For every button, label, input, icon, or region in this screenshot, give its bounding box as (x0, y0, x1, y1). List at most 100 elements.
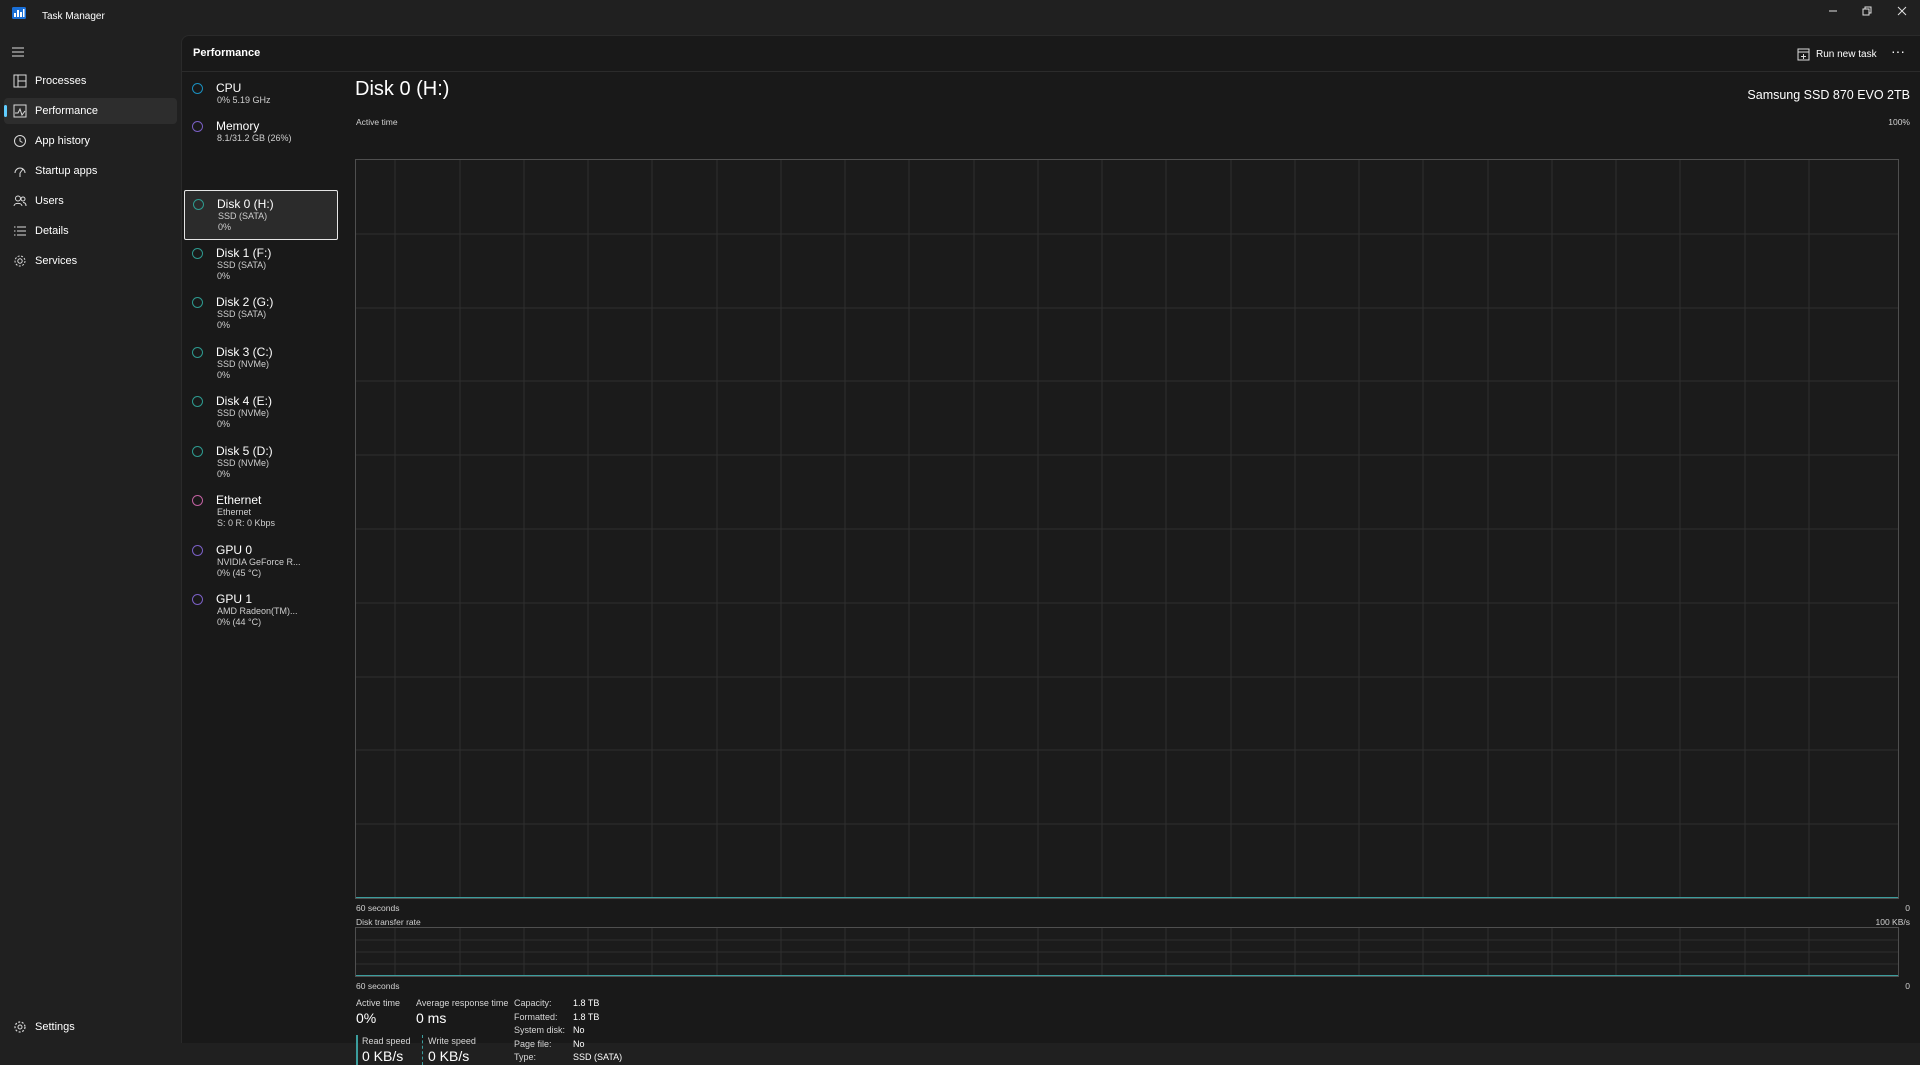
resource-item-ethernet[interactable]: Ethernet Ethernet S: 0 R: 0 Kbps (184, 487, 338, 537)
settings-icon (14, 1021, 26, 1033)
disk-0-status-dot (193, 199, 204, 210)
resource-detail: AMD Radeon(TM)... (217, 606, 298, 616)
nav-item-users[interactable]: Users (4, 188, 177, 214)
task-manager-app-icon (12, 7, 26, 19)
restore-button[interactable] (1849, 0, 1885, 22)
disk-3-status-dot (192, 347, 203, 358)
nav-label-app-history: App history (35, 135, 91, 147)
run-new-task-button[interactable]: Run new task (1797, 44, 1877, 64)
run-new-task-label: Run new task (1816, 48, 1877, 60)
resource-title: Ethernet (216, 493, 262, 507)
resource-detail: 0% 5.19 GHz (217, 95, 271, 105)
transfer-rate-graph-min: 0 (1905, 981, 1910, 991)
resource-item-gpu-1[interactable]: GPU 1 AMD Radeon(TM)... 0% (44 °C) (184, 586, 338, 636)
resource-item-disk-5[interactable]: Disk 5 (D:) SSD (NVMe) 0% (184, 438, 338, 488)
resource-detail: SSD (NVMe) (217, 408, 270, 418)
resource-item-disk-2[interactable]: Disk 2 (G:) SSD (SATA) 0% (184, 289, 338, 339)
resource-title: Disk 5 (D:) (216, 444, 273, 458)
restore-icon (1862, 6, 1872, 16)
navigation-pane: Processes Performance App history Startu… (0, 32, 181, 1043)
transfer-rate-graph-label: Disk transfer rate (356, 917, 421, 927)
nav-item-services[interactable]: Services (4, 248, 177, 274)
capacity-value: 1.8 TB (573, 998, 600, 1008)
resource-usage: S: 0 R: 0 Kbps (217, 518, 276, 528)
resource-title: GPU 0 (216, 543, 253, 557)
resource-item-memory[interactable]: Memory 8.1/31.2 GB (26%) (184, 113, 338, 163)
nav-item-startup-apps[interactable]: Startup apps (4, 158, 177, 184)
formatted-key: Formatted: (514, 1012, 558, 1022)
resource-title: CPU (216, 81, 242, 95)
resource-usage: 0% (218, 222, 232, 232)
resource-item-gpu-0[interactable]: GPU 0 NVIDIA GeForce R... 0% (45 °C) (184, 537, 338, 587)
resource-detail: Ethernet (217, 507, 252, 517)
resource-list: CPU 0% 5.19 GHz Memory 8.1/31.2 GB (26%)… (182, 73, 339, 1043)
disk-5-status-dot (192, 446, 203, 457)
nav-label-users: Users (35, 195, 64, 207)
gpu-0-status-dot (192, 545, 203, 556)
resource-title: Disk 0 (H:) (217, 197, 274, 211)
active-time-graph-label: Active time (356, 117, 398, 127)
resource-usage: 0% (217, 419, 231, 429)
nav-item-settings[interactable]: Settings (4, 1014, 177, 1040)
resource-detail: SSD (SATA) (218, 211, 268, 221)
resource-item-disk-1[interactable]: Disk 1 (F:) SSD (SATA) 0% (184, 240, 338, 290)
resource-detail: 8.1/31.2 GB (26%) (217, 133, 292, 143)
resource-title: GPU 1 (216, 592, 253, 606)
window-title: Task Manager (42, 11, 105, 22)
more-options-button[interactable]: ··· (1888, 44, 1908, 64)
write-speed-label: Write speed (428, 1036, 476, 1046)
write-speed-value: 0 KB/s (428, 1048, 470, 1064)
nav-item-app-history[interactable]: App history (4, 128, 177, 154)
users-icon (13, 195, 27, 207)
resource-detail: SSD (NVMe) (217, 359, 270, 369)
read-speed-label: Read speed (362, 1036, 411, 1046)
resource-detail: SSD (SATA) (217, 309, 267, 319)
nav-label-startup-apps: Startup apps (35, 165, 98, 177)
resource-item-disk-0[interactable]: Disk 0 (H:) SSD (SATA) 0% (184, 190, 338, 240)
page-file-key: Page file: (514, 1039, 552, 1049)
type-key: Type: (514, 1052, 537, 1062)
nav-item-performance[interactable]: Performance (4, 98, 177, 124)
gpu-1-status-dot (192, 594, 203, 605)
resource-usage: 0% (217, 469, 231, 479)
hamburger-menu-icon[interactable] (10, 44, 26, 60)
formatted-value: 1.8 TB (573, 1012, 600, 1022)
close-icon (1897, 6, 1907, 16)
nav-item-processes[interactable]: Processes (4, 68, 177, 94)
disk-model: Samsung SSD 870 EVO 2TB (1747, 88, 1910, 102)
resource-item-disk-4[interactable]: Disk 4 (E:) SSD (NVMe) 0% (184, 388, 338, 438)
active-time-stat-value: 0% (356, 1010, 377, 1026)
details-icon (14, 226, 26, 236)
run-task-icon (1797, 48, 1810, 60)
startup-apps-icon (14, 167, 26, 177)
active-time-grid (356, 160, 1898, 898)
nav-item-details[interactable]: Details (4, 218, 177, 244)
avg-response-stat-label: Average response time (416, 998, 509, 1008)
disk-1-status-dot (192, 248, 203, 259)
disk-title: Disk 0 (H:) (355, 78, 450, 100)
nav-label-services: Services (35, 255, 78, 267)
main-content: Performance Run new task ··· CPU 0% 5.19… (181, 35, 1920, 1065)
performance-icon (13, 104, 27, 118)
resource-detail: SSD (NVMe) (217, 458, 270, 468)
resource-item-disk-3[interactable]: Disk 3 (C:) SSD (NVMe) 0% (184, 339, 338, 389)
minimize-button[interactable] (1815, 0, 1851, 22)
disk-2-status-dot (192, 297, 203, 308)
services-icon (14, 255, 26, 267)
disk-4-status-dot (192, 396, 203, 407)
close-button[interactable] (1884, 0, 1920, 22)
resource-title: Disk 2 (G:) (216, 295, 274, 309)
page-file-value: No (573, 1039, 585, 1049)
system-disk-key: System disk: (514, 1025, 566, 1035)
resource-title: Disk 3 (C:) (216, 345, 273, 359)
nav-label-settings: Settings (35, 1021, 75, 1033)
resource-usage: 0% (217, 320, 231, 330)
transfer-rate-graph-max: 100 KB/s (1875, 917, 1911, 927)
active-time-stat-label: Active time (356, 998, 401, 1008)
processes-icon (13, 74, 27, 88)
read-speed-indicator (356, 1035, 358, 1065)
write-speed-indicator (422, 1035, 423, 1065)
transfer-rate-grid (356, 928, 1898, 976)
avg-response-stat-value: 0 ms (416, 1010, 447, 1026)
nav-label-processes: Processes (35, 75, 87, 87)
